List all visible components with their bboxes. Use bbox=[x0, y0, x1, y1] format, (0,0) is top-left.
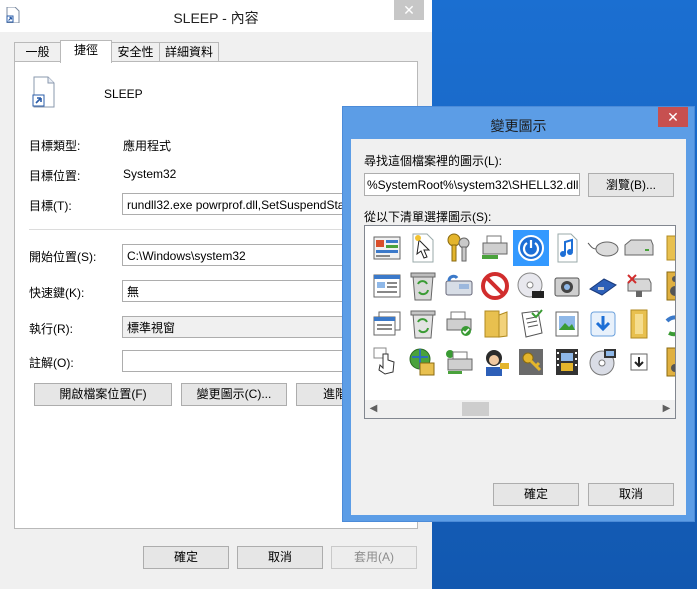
icon-file-label: 尋找這個檔案裡的圖示(L): bbox=[364, 154, 503, 168]
start-in-input[interactable]: C:\Windows\system32 bbox=[122, 244, 352, 266]
tab-general[interactable]: 一般 bbox=[14, 42, 61, 62]
printer-user-icon[interactable] bbox=[441, 344, 477, 380]
shortcut-name: SLEEP bbox=[104, 87, 143, 101]
ok-button[interactable]: 確定 bbox=[143, 546, 229, 569]
ie-icon[interactable] bbox=[657, 306, 675, 342]
open-file-location-button[interactable]: 開啟檔案位置(F) bbox=[34, 383, 172, 406]
image-icon[interactable] bbox=[549, 306, 585, 342]
dialog-close-button[interactable]: ✕ bbox=[658, 107, 688, 127]
horizontal-scrollbar[interactable]: ◀ ▶ bbox=[365, 400, 675, 418]
shortcut-cursor-icon[interactable] bbox=[405, 230, 441, 266]
change-icon-dialog: 變更圖示 ✕ 尋找這個檔案裡的圖示(L): %SystemRoot%\syste… bbox=[342, 106, 695, 522]
icon-list-label: 從以下清單選擇圖示(S): bbox=[364, 210, 492, 224]
document-check-icon[interactable] bbox=[513, 306, 549, 342]
hotkey-label: 快速鍵(K): bbox=[29, 286, 85, 300]
window-list-icon[interactable] bbox=[369, 268, 405, 304]
printer-network-icon[interactable] bbox=[477, 230, 513, 266]
globe-person-icon[interactable] bbox=[405, 344, 441, 380]
icon-grid bbox=[365, 226, 675, 400]
window-icon[interactable] bbox=[369, 306, 405, 342]
control-panel-icon[interactable] bbox=[369, 230, 405, 266]
user-key-icon[interactable] bbox=[477, 344, 513, 380]
target-input[interactable]: rundll32.exe powrprof.dll,SetSuspendStat… bbox=[122, 193, 352, 215]
title-bar: SLEEP - 內容 ✕ bbox=[0, 0, 432, 32]
network-drive-error-icon[interactable] bbox=[621, 268, 657, 304]
close-button[interactable]: ✕ bbox=[394, 0, 424, 20]
floppy-icon[interactable] bbox=[585, 268, 621, 304]
shortcut-large-icon bbox=[32, 76, 55, 108]
audio-player-icon[interactable] bbox=[657, 268, 675, 304]
music-file-icon[interactable] bbox=[549, 230, 585, 266]
mouse-icon[interactable] bbox=[585, 230, 621, 266]
no-entry-icon[interactable] bbox=[477, 268, 513, 304]
dvd-icon[interactable] bbox=[513, 268, 549, 304]
dialog-title: 變更圖示 bbox=[490, 118, 547, 134]
recycle-bin-icon[interactable] bbox=[405, 306, 441, 342]
target-type-value: 應用程式 bbox=[123, 139, 172, 153]
film-icon[interactable] bbox=[549, 344, 585, 380]
comment-input[interactable] bbox=[122, 350, 352, 372]
dialog-cancel-button[interactable]: 取消 bbox=[588, 483, 674, 506]
fax-icon[interactable] bbox=[441, 268, 477, 304]
recycle-bin-full-icon[interactable] bbox=[405, 268, 441, 304]
change-icon-button[interactable]: 變更圖示(C)... bbox=[181, 383, 287, 406]
target-type-label: 目標類型: bbox=[29, 139, 81, 153]
cancel-button[interactable]: 取消 bbox=[237, 546, 323, 569]
run-label: 執行(R): bbox=[29, 322, 73, 336]
scroll-right-icon[interactable]: ▶ bbox=[658, 400, 675, 418]
printer-check-icon[interactable] bbox=[441, 306, 477, 342]
folder-open-icon[interactable] bbox=[477, 306, 513, 342]
keys-icon[interactable] bbox=[441, 230, 477, 266]
target-label: 目標(T): bbox=[29, 199, 72, 213]
drive-icon[interactable] bbox=[621, 230, 657, 266]
hotkey-input[interactable]: 無 bbox=[122, 280, 352, 302]
tab-shortcut[interactable]: 捷徑 bbox=[60, 40, 112, 63]
run-select[interactable]: 標準視窗 bbox=[122, 316, 352, 338]
close-icon: ✕ bbox=[403, 2, 415, 18]
document-down-icon[interactable] bbox=[621, 344, 657, 380]
tab-details[interactable]: 詳細資料 bbox=[159, 42, 219, 62]
start-in-label: 開始位置(S): bbox=[29, 250, 97, 264]
folder-tall-icon[interactable] bbox=[621, 306, 657, 342]
scroll-thumb[interactable] bbox=[462, 402, 489, 416]
target-location-value: System32 bbox=[123, 167, 177, 181]
target-location-label: 目標位置: bbox=[29, 169, 81, 183]
icon-list[interactable]: ◀ ▶ bbox=[364, 225, 676, 419]
browse-button[interactable]: 瀏覽(B)... bbox=[588, 173, 674, 197]
comment-label: 註解(O): bbox=[29, 356, 74, 370]
download-icon[interactable] bbox=[585, 306, 621, 342]
dialog-body: 尋找這個檔案裡的圖示(L): %SystemRoot%\system32\SHE… bbox=[351, 139, 686, 515]
key-icon[interactable] bbox=[513, 344, 549, 380]
dialog-ok-button[interactable]: 確定 bbox=[493, 483, 579, 506]
window-title: SLEEP - 內容 bbox=[173, 10, 259, 26]
tab-security[interactable]: 安全性 bbox=[111, 42, 160, 62]
click-cursor-icon[interactable] bbox=[369, 344, 405, 380]
power-icon[interactable] bbox=[513, 230, 549, 266]
camera-icon[interactable] bbox=[549, 268, 585, 304]
apply-button[interactable]: 套用(A) bbox=[331, 546, 417, 569]
scroll-left-icon[interactable]: ◀ bbox=[365, 400, 382, 418]
dialog-title-bar: 變更圖示 ✕ bbox=[343, 107, 694, 139]
cd-sync-icon[interactable] bbox=[585, 344, 621, 380]
close-icon: ✕ bbox=[667, 109, 679, 125]
folder-music-icon[interactable] bbox=[657, 344, 675, 380]
folder-icon[interactable] bbox=[657, 230, 675, 266]
icon-file-input[interactable]: %SystemRoot%\system32\SHELL32.dll bbox=[364, 173, 580, 196]
